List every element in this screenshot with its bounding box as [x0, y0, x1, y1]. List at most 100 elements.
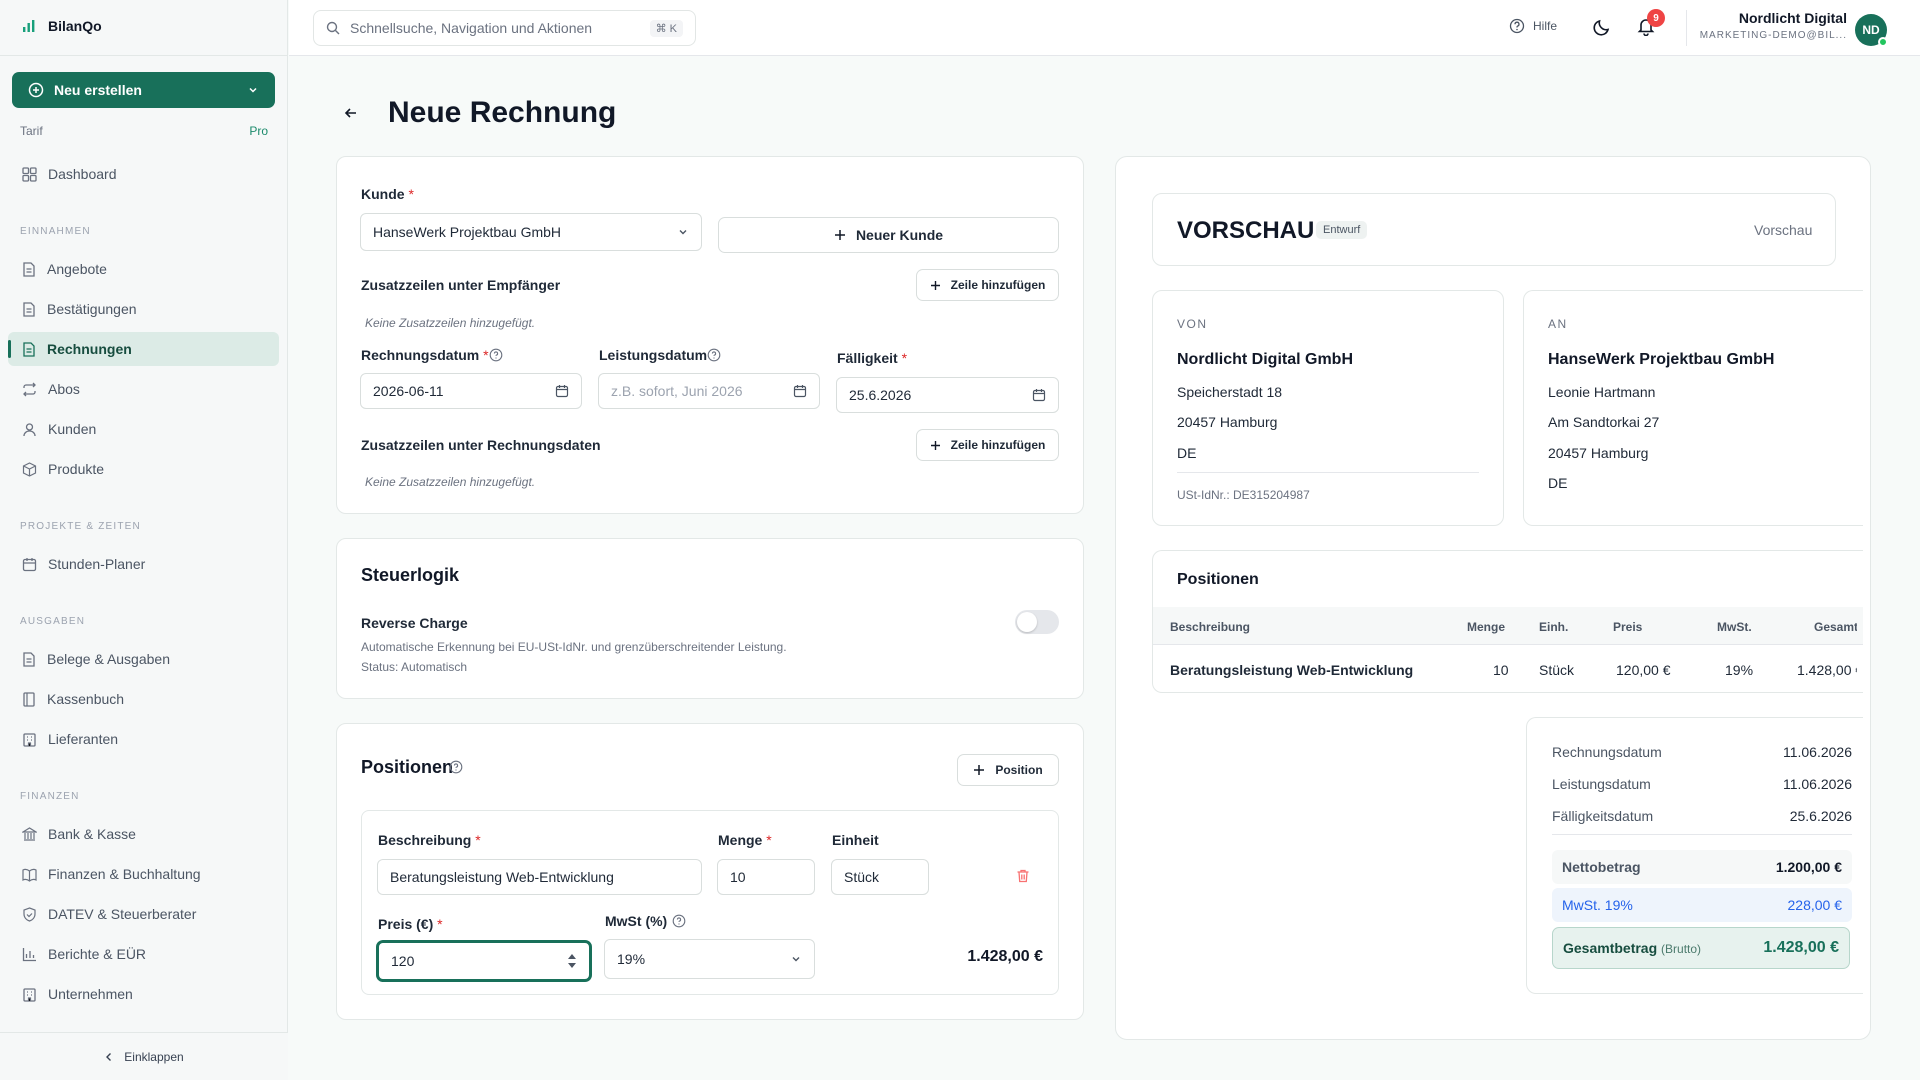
bar-chart-icon [23, 20, 35, 32]
sidebar-item-belege[interactable]: Belege & Ausgaben [8, 642, 279, 676]
sidebar-item-dashboard[interactable]: Dashboard [8, 157, 279, 191]
collapse-button[interactable]: Einklappen [0, 1032, 288, 1080]
trash-icon [1017, 869, 1029, 883]
sidebar-item-rechnungen[interactable]: Rechnungen [8, 332, 279, 366]
customer-label-text: Kunde [361, 186, 405, 202]
chevron-down-icon [249, 87, 257, 93]
add-line-recipient-button[interactable]: Zeile hinzufügen [916, 269, 1059, 301]
customer-select[interactable]: HanseWerk Projektbau GmbH [360, 213, 702, 251]
recipient-card [1523, 290, 1863, 526]
table-cell: Beratungsleistung Web-Entwicklung [1170, 662, 1414, 678]
vat-select[interactable]: 19% [604, 939, 815, 979]
invoice-date-input[interactable]: 2026-06-11 [360, 373, 582, 409]
sidebar-item-finanzen-buchhaltung[interactable]: Finanzen & Buchhaltung [8, 857, 279, 891]
service-date-input[interactable]: z.B. sofort, Juni 2026 [598, 373, 820, 409]
description-input[interactable]: Beratungsleistung Web-Entwicklung [377, 859, 702, 895]
new-create-label: Neu erstellen [54, 82, 142, 98]
user-menu[interactable]: Nordlicht Digital MARKETING-DEMO@BIL... [1697, 10, 1847, 41]
page-title: Neue Rechnung [388, 96, 617, 129]
sidebar-item-produkte[interactable]: Produkte [8, 452, 279, 486]
sidebar-item-label: Finanzen & Buchhaltung [48, 866, 201, 882]
chevron-left-icon [106, 1052, 112, 1061]
new-customer-button[interactable]: Neuer Kunde [718, 217, 1059, 253]
info-icon [489, 348, 503, 362]
add-position-button[interactable]: Position [957, 754, 1059, 786]
new-create-button[interactable]: Neu erstellen [12, 72, 275, 108]
sidebar-item-lieferanten[interactable]: Lieferanten [8, 722, 279, 756]
vat-row: MwSt. 19% 228,00 € [1552, 888, 1852, 922]
date-row: Rechnungsdatum 11.06.2026 [1552, 744, 1852, 760]
table-cell: 19% [1725, 662, 1754, 678]
topbar: Schnellsuche, Navigation und Aktionen ⌘ … [289, 0, 1920, 56]
help-button[interactable]: Hilfe [1509, 18, 1557, 34]
shield-icon [23, 906, 36, 922]
sidebar-item-kunden[interactable]: Kunden [8, 412, 279, 446]
tax-title: Steuerlogik [361, 565, 460, 585]
unit-input[interactable]: Stück [831, 859, 929, 895]
search-placeholder: Schnellsuche, Navigation und Aktionen [350, 20, 593, 36]
collapse-label: Einklappen [124, 1049, 184, 1064]
reverse-charge-toggle[interactable] [1015, 610, 1059, 634]
sidebar-item-label: Bestätigungen [47, 301, 137, 317]
user-name: Nordlicht Digital [1738, 10, 1847, 26]
sender-label: VON [1177, 317, 1208, 331]
sidebar-item-stunden-planer[interactable]: Stunden-Planer [8, 547, 279, 581]
recipient-line: Leonie Hartmann [1548, 384, 1656, 400]
sidebar-item-label: Dashboard [48, 166, 117, 182]
vat-row-label: MwSt. 19% [1562, 897, 1633, 913]
net-row: Nettobetrag 1.200,00 € [1552, 850, 1852, 884]
quantity-input[interactable]: 10 [717, 859, 815, 895]
theme-toggle[interactable] [1592, 17, 1612, 37]
plus-icon [834, 230, 845, 240]
invoice-icon [23, 341, 35, 357]
sidebar-item-angebote[interactable]: Angebote [8, 252, 279, 286]
column-header: Einh. [1539, 620, 1569, 634]
date-row: Fälligkeitsdatum 25.6.2026 [1552, 808, 1852, 824]
section-einnahmen: Einnahmen [20, 226, 91, 237]
sidebar-item-label: Kassenbuch [47, 691, 125, 707]
plus-icon [930, 280, 940, 290]
sidebar-item-datev[interactable]: DATEV & Steuerberater [8, 897, 279, 931]
table-cell: 10 [1493, 662, 1509, 678]
unit-label: Einheit [832, 832, 879, 848]
required-mark: * [766, 832, 772, 848]
price-input[interactable]: 120 [377, 941, 591, 981]
sender-line: Speicherstadt 18 [1177, 384, 1283, 400]
section-ausgaben: Ausgaben [20, 616, 86, 627]
calendar-icon [1032, 389, 1046, 402]
building-icon [23, 987, 36, 1002]
package-icon [22, 461, 37, 477]
sidebar-item-abos[interactable]: Abos [8, 372, 279, 406]
back-button[interactable] [343, 105, 359, 121]
preview-link[interactable]: Vorschau [1754, 222, 1812, 238]
sidebar-item-label: Produkte [48, 461, 105, 477]
preview-title: VORSCHAU [1177, 217, 1315, 244]
plus-icon [974, 765, 985, 775]
gross-row: Gesamtbetrag (Brutto) 1.428,00 € [1552, 927, 1850, 969]
help-label: Hilfe [1533, 19, 1558, 33]
document-icon [23, 301, 35, 317]
sender-line: 20457 Hamburg [1177, 414, 1278, 430]
avatar[interactable]: ND [1855, 14, 1888, 47]
divider [0, 55, 288, 56]
sidebar-item-bank-kasse[interactable]: Bank & Kasse [8, 817, 279, 851]
preview-positions-title: Positionen [1177, 571, 1259, 588]
invoice-date-label: Rechnungsdatum * [361, 347, 489, 363]
description-value: Beratungsleistung Web-Entwicklung [390, 869, 614, 885]
sidebar-item-bestaetigungen[interactable]: Bestätigungen [8, 292, 279, 326]
search-input[interactable]: Schnellsuche, Navigation und Aktionen ⌘ … [313, 10, 696, 46]
search-shortcut: ⌘ K [649, 19, 683, 37]
due-date-input[interactable]: 25.6.2026 [836, 377, 1059, 413]
sidebar-item-berichte[interactable]: Berichte & EÜR [8, 937, 279, 971]
book-open-icon [22, 868, 37, 882]
invoice-date-label-text: Rechnungsdatum [361, 347, 480, 363]
stepper-arrows-icon[interactable] [567, 953, 577, 969]
extra-recipient-label: Zusatzzeilen unter Empfänger [361, 277, 561, 293]
add-line-invoice-button[interactable]: Zeile hinzufügen [916, 429, 1059, 461]
reverse-charge-label: Reverse Charge [361, 615, 468, 631]
sidebar-item-kassenbuch[interactable]: Kassenbuch [8, 682, 279, 716]
date-row-value: 11.06.2026 [1782, 776, 1852, 792]
brand[interactable]: BilanQo [22, 18, 102, 34]
delete-position-button[interactable] [1015, 868, 1031, 884]
sidebar-item-unternehmen[interactable]: Unternehmen [8, 977, 279, 1011]
